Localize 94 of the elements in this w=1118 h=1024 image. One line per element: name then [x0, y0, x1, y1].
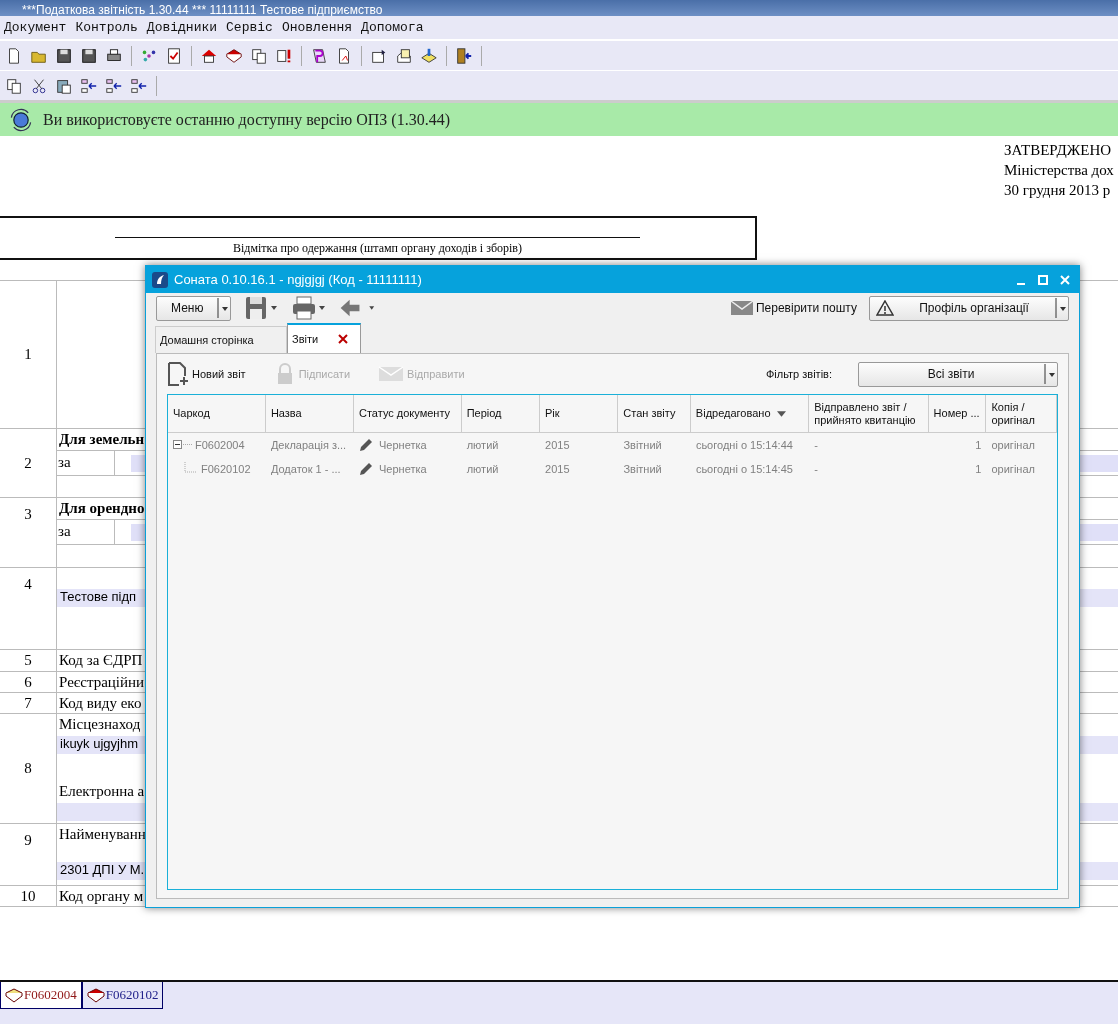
table-cell: Звітний — [623, 439, 662, 451]
column-header[interactable]: Чаркод — [168, 395, 266, 432]
table-cell: Чернетка — [379, 463, 427, 475]
envelope-icon — [378, 365, 405, 383]
profile-dropdown[interactable]: Профіль організації — [869, 295, 1069, 321]
filter-dropdown[interactable]: Всі звіти — [858, 361, 1058, 387]
close-tab-icon[interactable] — [338, 334, 349, 344]
field-label: Місцезнаход — [59, 716, 141, 732]
globe-refresh-icon — [9, 107, 33, 132]
table-cell: - — [814, 463, 818, 475]
check-mail-link[interactable]: Перевірити пошту — [755, 301, 857, 315]
column-header[interactable]: Назва — [265, 395, 354, 432]
field-label: Реєстраційни — [59, 674, 145, 690]
row-number: 6 — [24, 673, 32, 691]
caret-icon — [216, 298, 230, 318]
pencil-icon — [359, 462, 373, 476]
row-number: 2 — [24, 454, 32, 472]
warning-icon — [876, 300, 894, 316]
period-label: за — [57, 520, 115, 544]
field-label: Код за ЄДРП — [59, 652, 143, 668]
field-label: Код органу м — [59, 888, 144, 904]
caret-icon — [1054, 298, 1068, 318]
menu-item[interactable]: Сервіс — [226, 20, 273, 35]
table-cell: лютий — [466, 439, 499, 451]
approval-text: Міністерства дох — [1004, 161, 1115, 180]
sort-arrow-icon — [776, 410, 786, 417]
table-row[interactable]: F0602004 Декларація з... Чернетка лютий 2015 Звітний сьогодні о 15:14:44 - 1 оригінал — [168, 433, 1057, 457]
field-label: Електронна а — [59, 783, 145, 799]
collapse-toggle-icon[interactable] — [173, 440, 193, 450]
envelope-icon[interactable] — [729, 299, 754, 317]
filter-label: Фільтр звітів: — [765, 368, 832, 380]
maximize-icon[interactable] — [1037, 273, 1049, 286]
table-cell: оригінал — [991, 463, 1035, 475]
menu-item[interactable]: Довідники — [146, 20, 218, 35]
row-number: 4 — [24, 576, 32, 593]
notice-text: Ви використовуєте останню доступну версію ОПЗ (1.30.44) — [43, 110, 450, 129]
period-label: за — [57, 451, 115, 475]
table-cell: F0620102 — [201, 463, 251, 475]
table-cell: F0602004 — [195, 439, 245, 451]
column-header[interactable]: Копія / оригінал — [986, 395, 1057, 432]
table-row[interactable]: F0620102 Додаток 1 - ... Чернетка лютий 2015 Звітний сьогодні о 15:14:45 - 1 оригінал — [168, 457, 1057, 481]
app-logo-icon — [152, 271, 168, 288]
column-header[interactable]: Номер ... — [928, 395, 987, 432]
field-label: Найменуванн — [59, 826, 146, 842]
printer-icon[interactable] — [291, 295, 327, 321]
column-header[interactable]: Відредаговано — [690, 395, 810, 432]
row-number: 5 — [24, 652, 32, 669]
table-cell: 2015 — [545, 439, 570, 451]
column-header[interactable]: Період — [461, 395, 540, 432]
table-cell: Додаток 1 - ... — [270, 463, 341, 475]
table-cell: лютий — [466, 463, 499, 475]
row-number: 1 — [24, 346, 32, 363]
section-heading: Для земельн — [59, 431, 145, 447]
approval-text: 30 грудня 2013 р — [1004, 181, 1112, 200]
section-heading: Для орендно — [59, 500, 145, 516]
stamp-caption: Відмітка про одержання (штамп органу доходів і зборів) — [233, 241, 522, 256]
approval-text: ЗАТВЕРДЖЕНО — [1004, 141, 1113, 160]
table-cell: 1 — [975, 439, 982, 451]
column-header[interactable]: Стан звіту — [618, 395, 691, 432]
row-number: 3 — [24, 506, 32, 523]
menu-item[interactable]: Оновлення — [281, 20, 353, 35]
table-cell: 1 — [975, 463, 982, 475]
dialog-title: Соната 0.10.16.1 - ngjgjgj (Код - 11111111) — [174, 272, 423, 287]
table-cell: - — [814, 439, 818, 451]
floppy-disk-icon[interactable] — [243, 295, 279, 321]
table-cell: сьогодні о 15:14:44 — [695, 439, 793, 451]
table-cell: 2015 — [545, 463, 570, 475]
action-button[interactable]: Новий звіт — [167, 362, 246, 386]
close-icon[interactable] — [1059, 273, 1071, 286]
window-title: ***Податкова звітність 1.30.44 *** 11111111 Тестове підприємство — [21, 2, 383, 18]
table-cell: сьогодні о 15:14:45 — [695, 463, 793, 475]
table-cell: Декларація з... — [270, 439, 347, 451]
caret-icon — [1043, 364, 1057, 384]
document-tab[interactable]: F0602004 — [0, 982, 82, 1009]
column-header[interactable]: Відправлено звіт / прийнято квитанцію — [809, 395, 929, 432]
tab[interactable]: Звіти — [287, 323, 361, 353]
table-cell: Чернетка — [379, 439, 427, 451]
menu-button[interactable]: Меню — [156, 295, 231, 321]
menu-item[interactable]: Контроль — [75, 20, 138, 35]
row-number: 8 — [24, 760, 32, 777]
tree-line-icon — [183, 462, 199, 476]
field-label: Код виду еко — [59, 695, 142, 711]
new-document-icon — [167, 362, 189, 386]
column-header[interactable]: Статус документу — [354, 395, 462, 432]
table-cell: Звітний — [623, 463, 662, 475]
column-header[interactable]: Рік — [540, 395, 619, 432]
row-number: 9 — [24, 832, 32, 849]
menu-item[interactable]: Документ — [4, 20, 67, 35]
pencil-icon — [359, 438, 373, 452]
row-number: 7 — [24, 694, 32, 712]
row-number: 10 — [20, 887, 36, 905]
table-cell: оригінал — [991, 439, 1035, 451]
menu-item[interactable]: Допомога — [361, 20, 424, 35]
document-tab[interactable]: F0620102 — [81, 982, 164, 1009]
